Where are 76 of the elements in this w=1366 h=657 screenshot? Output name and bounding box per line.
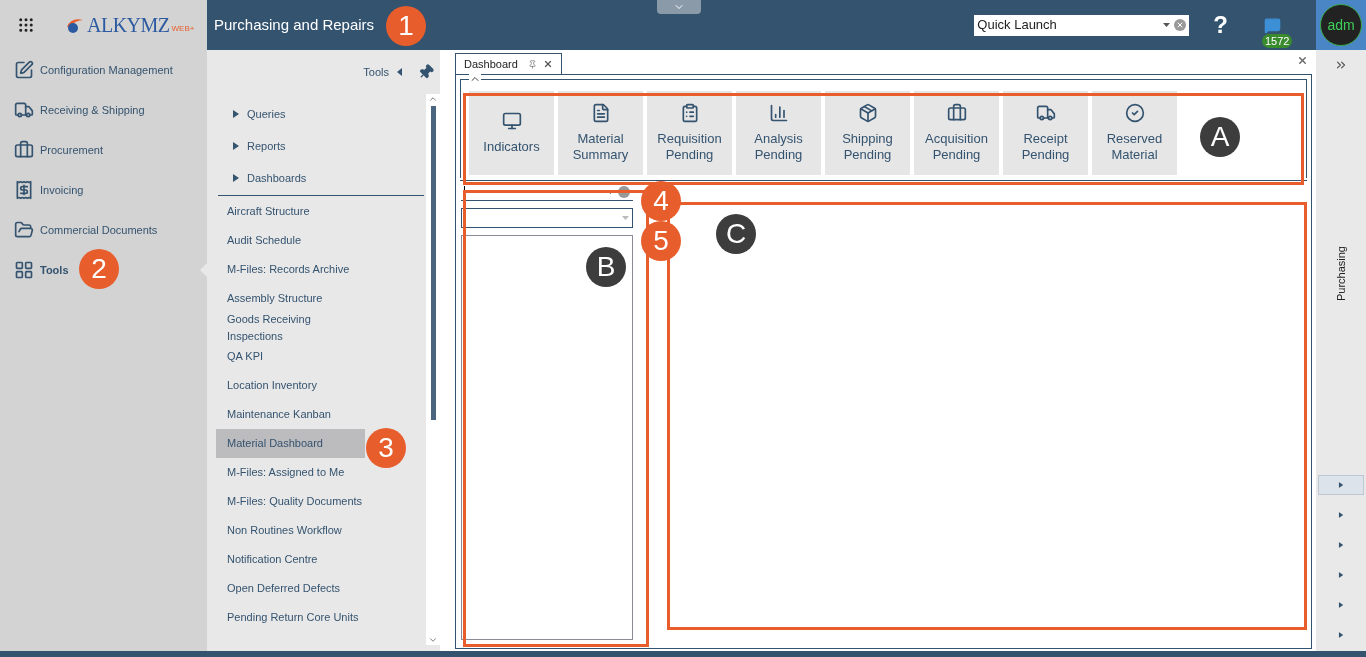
expand-right-icon[interactable] — [1334, 58, 1348, 72]
select-combo-field[interactable] — [461, 208, 633, 228]
bar-chart-icon — [768, 103, 789, 123]
filter-combo-field[interactable] — [461, 184, 633, 201]
collapse-left-icon[interactable] — [397, 68, 402, 76]
monitor-icon — [501, 111, 522, 131]
tree-group[interactable]: Reports — [216, 130, 426, 162]
collapse-handle[interactable] — [657, 0, 701, 14]
sidebar-item-icon — [14, 140, 34, 160]
scrollbar[interactable] — [426, 94, 440, 645]
chat-icon[interactable] — [1263, 16, 1281, 34]
sidebar-item[interactable]: Procurement — [14, 139, 103, 161]
tool-item[interactable]: Non Routines Workflow — [216, 516, 365, 545]
user-avatar[interactable]: adm — [1320, 4, 1362, 46]
app-grid-icon[interactable] — [17, 16, 35, 34]
expand-triangle-icon — [233, 142, 239, 150]
tool-item[interactable]: Notification Centre — [216, 545, 365, 574]
scroll-down-icon[interactable] — [428, 635, 438, 645]
tree-group[interactable]: Dashboards — [216, 162, 426, 194]
dashboard-tile[interactable]: Analysis Pending — [736, 91, 821, 175]
triangle-icon — [1338, 512, 1344, 518]
tool-item[interactable]: Goods Receiving Inspections — [216, 313, 365, 342]
alkymz-logo: ALKYMZ WEB+ — [65, 15, 195, 35]
sidebar-item[interactable]: Commercial Documents — [14, 219, 158, 241]
sidebar-item[interactable]: Tools — [14, 259, 69, 281]
document-tab[interactable]: Dashboard — [455, 53, 562, 74]
package-icon — [857, 103, 878, 123]
tool-item[interactable]: M-Files: Assigned to Me — [216, 458, 365, 487]
tools-panel-title: Tools — [363, 64, 389, 80]
triangle-icon — [1338, 572, 1344, 578]
quick-launch-field[interactable]: Quick Launch — [974, 14, 1190, 36]
triangle-icon — [1338, 542, 1344, 548]
tool-item[interactable]: Audit Schedule — [216, 226, 365, 255]
dashboard-tile[interactable]: Reserved Material — [1092, 91, 1177, 175]
expand-triangle-icon — [233, 174, 239, 182]
message-count-badge: 1572 — [1262, 34, 1293, 48]
close-icon[interactable] — [1297, 55, 1308, 66]
sidebar-item-icon — [14, 60, 34, 80]
tool-item[interactable]: Pending Return Core Units — [216, 603, 365, 632]
sidebar-item-icon — [14, 260, 34, 280]
tool-item[interactable]: QA KPI — [216, 342, 365, 371]
dropdown-caret-icon[interactable] — [607, 190, 614, 194]
tool-item[interactable]: Location Inventory — [216, 371, 365, 400]
expand-triangle-icon — [233, 110, 239, 118]
side-panel-label[interactable]: Purchasing — [1332, 245, 1350, 301]
close-icon[interactable] — [543, 59, 553, 69]
triangle-icon — [1338, 482, 1344, 488]
sidebar-item[interactable]: Receiving & Shipping — [14, 99, 145, 121]
dashboard-tile[interactable]: Acquisition Pending — [914, 91, 999, 175]
check-circle-icon — [1124, 103, 1145, 123]
sidebar-item-icon — [14, 180, 34, 200]
module-title: Purchasing and Repairs — [214, 14, 375, 35]
dropdown-caret-icon[interactable] — [1163, 23, 1171, 27]
dashboard-tile[interactable]: Shipping Pending — [825, 91, 910, 175]
tool-item[interactable]: Open Deferred Defects — [216, 574, 365, 603]
triangle-icon — [1338, 632, 1344, 638]
help-icon[interactable]: ? — [1213, 13, 1228, 37]
dashboard-tile[interactable]: Material Summary — [558, 91, 643, 175]
tool-item[interactable]: Assembly Structure — [216, 284, 365, 313]
tool-item[interactable]: M-Files: Records Archive — [216, 255, 365, 284]
dashboard-tile[interactable]: Indicators — [469, 91, 554, 175]
dashboard-tile[interactable]: Requisition Pending — [647, 91, 732, 175]
truck-icon — [1035, 103, 1056, 123]
triangle-icon — [1338, 602, 1344, 608]
tool-item[interactable]: Material Dashboard — [216, 429, 365, 458]
tool-item[interactable]: Maintenance Kanban — [216, 400, 365, 429]
sidebar-item[interactable]: Invoicing — [14, 179, 84, 201]
sidebar-item-icon — [14, 220, 34, 240]
scroll-up-icon[interactable] — [428, 94, 438, 104]
tree-group[interactable]: Queries — [216, 98, 426, 130]
briefcase-icon — [946, 103, 967, 123]
sidebar-item[interactable]: Configuration Management — [14, 59, 173, 81]
tool-item[interactable]: Aircraft Structure — [216, 197, 365, 226]
dashboard-tile[interactable]: Receipt Pending — [1003, 91, 1088, 175]
tool-item[interactable]: M-Files: Quality Documents — [216, 487, 365, 516]
sidebar-item-icon — [14, 100, 34, 120]
